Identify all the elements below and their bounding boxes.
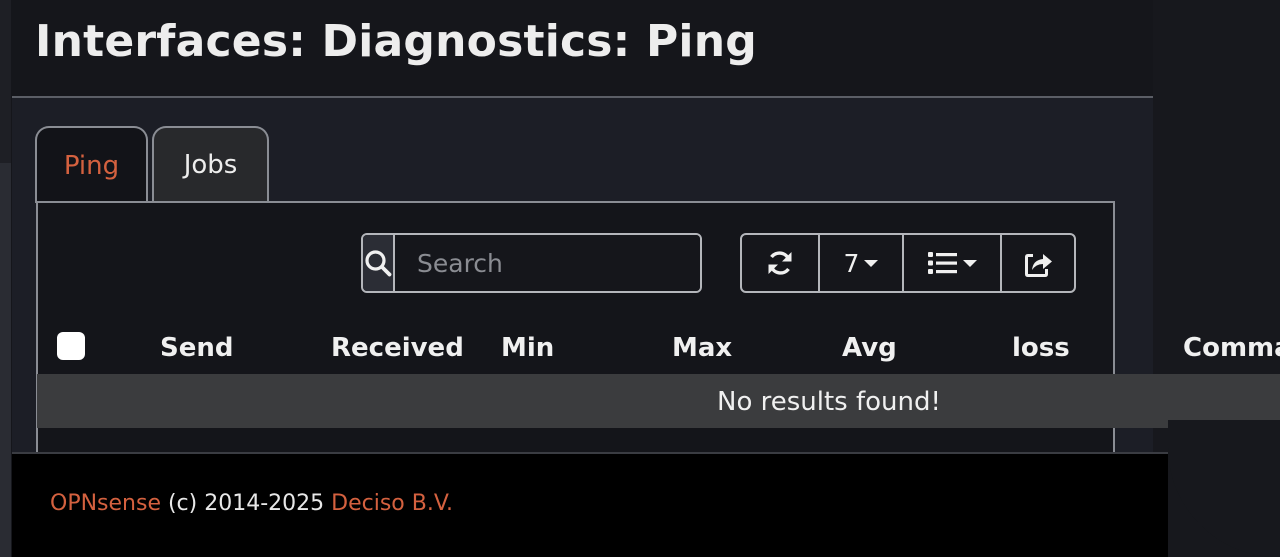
footer-copyright-text: (c) 2014-2025 bbox=[160, 491, 332, 516]
refresh-icon bbox=[768, 251, 792, 275]
search-input[interactable] bbox=[395, 235, 700, 291]
column-header-received[interactable]: Received bbox=[331, 333, 464, 363]
page-size-dropdown[interactable]: 7 bbox=[820, 235, 904, 291]
left-strip-lower bbox=[0, 163, 11, 557]
columns-dropdown[interactable] bbox=[904, 235, 1002, 291]
empty-table-row bbox=[37, 374, 1280, 428]
tab-jobs[interactable]: Jobs bbox=[152, 126, 269, 201]
share-icon bbox=[1025, 254, 1052, 277]
footer-brand-link[interactable]: OPNsense bbox=[50, 491, 161, 516]
grid-action-buttons: 7 bbox=[740, 233, 1076, 293]
column-header-command[interactable]: Comman bbox=[1183, 333, 1280, 363]
column-header-send[interactable]: Send bbox=[160, 333, 233, 363]
left-strip bbox=[0, 0, 11, 163]
chevron-down-icon bbox=[962, 259, 977, 267]
chevron-down-icon bbox=[864, 259, 879, 267]
no-results-message: No results found! bbox=[717, 387, 941, 417]
select-all-checkbox[interactable] bbox=[57, 332, 85, 360]
column-header-min[interactable]: Min bbox=[501, 333, 554, 363]
column-header-max[interactable]: Max bbox=[672, 333, 732, 363]
footer-copyright: OPNsense (c) 2014-2025 Deciso B.V. bbox=[50, 491, 453, 516]
page-title: Interfaces: Diagnostics: Ping bbox=[35, 16, 757, 67]
page-size-value: 7 bbox=[843, 248, 860, 278]
footer-company-link[interactable]: Deciso B.V. bbox=[331, 491, 453, 516]
refresh-button[interactable] bbox=[742, 235, 820, 291]
search-icon[interactable] bbox=[363, 235, 395, 291]
search-group bbox=[361, 233, 702, 293]
column-header-loss[interactable]: loss bbox=[1012, 333, 1070, 363]
export-button[interactable] bbox=[1002, 235, 1074, 291]
tab-ping[interactable]: Ping bbox=[35, 126, 148, 203]
column-header-avg[interactable]: Avg bbox=[842, 333, 897, 363]
list-icon bbox=[927, 252, 957, 274]
